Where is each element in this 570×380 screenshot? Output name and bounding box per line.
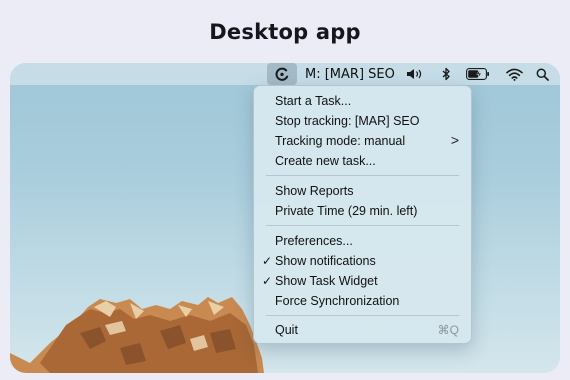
menu-item-tracking-mode[interactable]: Tracking mode: manual: [275, 134, 405, 149]
menubar-tracking-label[interactable]: M: [MAR] SEO: [305, 63, 395, 85]
search-icon[interactable]: [534, 63, 550, 85]
menu-separator: [266, 225, 459, 226]
menu-item-stop-tracking[interactable]: Stop tracking: [MAR] SEO: [275, 114, 420, 129]
speaker-icon[interactable]: [405, 63, 425, 85]
menu-separator: [266, 315, 459, 316]
chevron-right-icon: >: [450, 132, 459, 148]
checkmark-icon: ✓: [262, 254, 273, 268]
menu-item-preferences[interactable]: Preferences...: [275, 234, 353, 249]
menu-item-show-task-widget[interactable]: Show Task Widget: [275, 274, 378, 289]
menu-bar: M: [MAR] SEO: [10, 63, 560, 85]
wifi-icon[interactable]: [504, 63, 524, 85]
menu-item-show-notifications[interactable]: Show notifications: [275, 254, 376, 269]
menu-item-quit[interactable]: Quit: [275, 323, 298, 338]
menu-item-force-sync[interactable]: Force Synchronization: [275, 294, 399, 309]
battery-charging-icon[interactable]: [465, 63, 491, 85]
checkmark-icon: ✓: [262, 274, 273, 288]
menu-item-create-task[interactable]: Create new task...: [275, 154, 376, 169]
app-logo-icon: [275, 67, 289, 81]
menu-item-private-time[interactable]: Private Time (29 min. left): [275, 204, 417, 219]
bluetooth-icon[interactable]: [439, 63, 453, 85]
tracker-dropdown-menu: Start a Task... Stop tracking: [MAR] SEO…: [253, 85, 472, 344]
menu-separator: [266, 175, 459, 176]
tracker-app-menubar-button[interactable]: [267, 63, 297, 85]
menu-item-show-reports[interactable]: Show Reports: [275, 184, 354, 199]
quit-shortcut-label: ⌘Q: [437, 323, 459, 337]
page-title: Desktop app: [209, 20, 361, 44]
menu-item-start-task[interactable]: Start a Task...: [275, 94, 351, 109]
